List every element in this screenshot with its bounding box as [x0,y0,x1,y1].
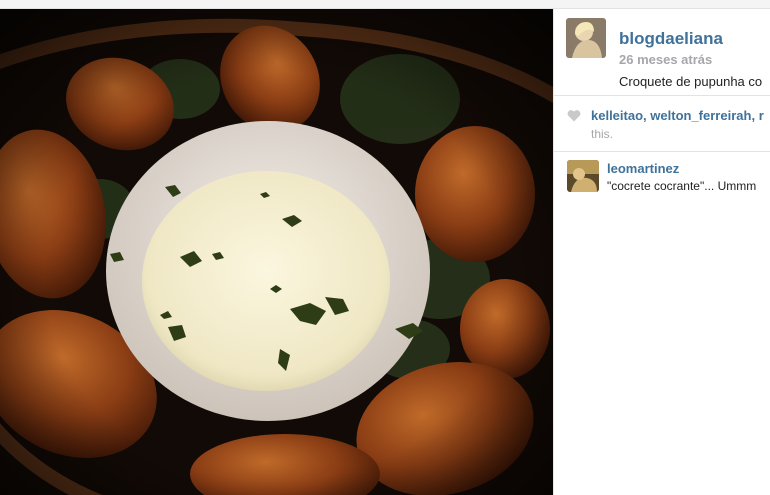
photo-croquettes-with-dip [0,9,553,495]
likers-list: kelleitao, welton_ferreirah, r [591,108,764,123]
avatar-image [567,160,599,192]
liker-username-truncated[interactable]: r [759,108,764,123]
divider [554,95,770,96]
owner-username[interactable]: blogdaeliana [619,29,723,49]
post-photo[interactable] [0,9,553,495]
avatar-image [566,18,606,58]
post-timestamp[interactable]: 26 meses atrás [619,52,712,67]
post-details-panel: blogdaeliana 26 meses atrás Croquete de … [553,9,770,495]
top-bar [0,0,770,9]
post-caption: Croquete de pupunha co [619,74,763,89]
post-header: blogdaeliana 26 meses atrás Croquete de … [566,18,770,98]
comment-username[interactable]: leomartinez [607,161,679,176]
owner-avatar[interactable] [566,18,606,58]
likes-suffix: this. [591,127,614,141]
liker-username[interactable]: kelleitao [591,108,643,123]
commenter-avatar[interactable] [567,160,599,192]
heart-icon[interactable] [567,109,581,122]
likes-section: kelleitao, welton_ferreirah, r this. [566,106,770,146]
liker-username[interactable]: welton_ferreirah [650,108,751,123]
divider [554,151,770,152]
comment-text: "cocrete cocrante"... Ummm [607,179,757,193]
comment-item: leomartinez "cocrete cocrante"... Ummm [566,160,770,210]
